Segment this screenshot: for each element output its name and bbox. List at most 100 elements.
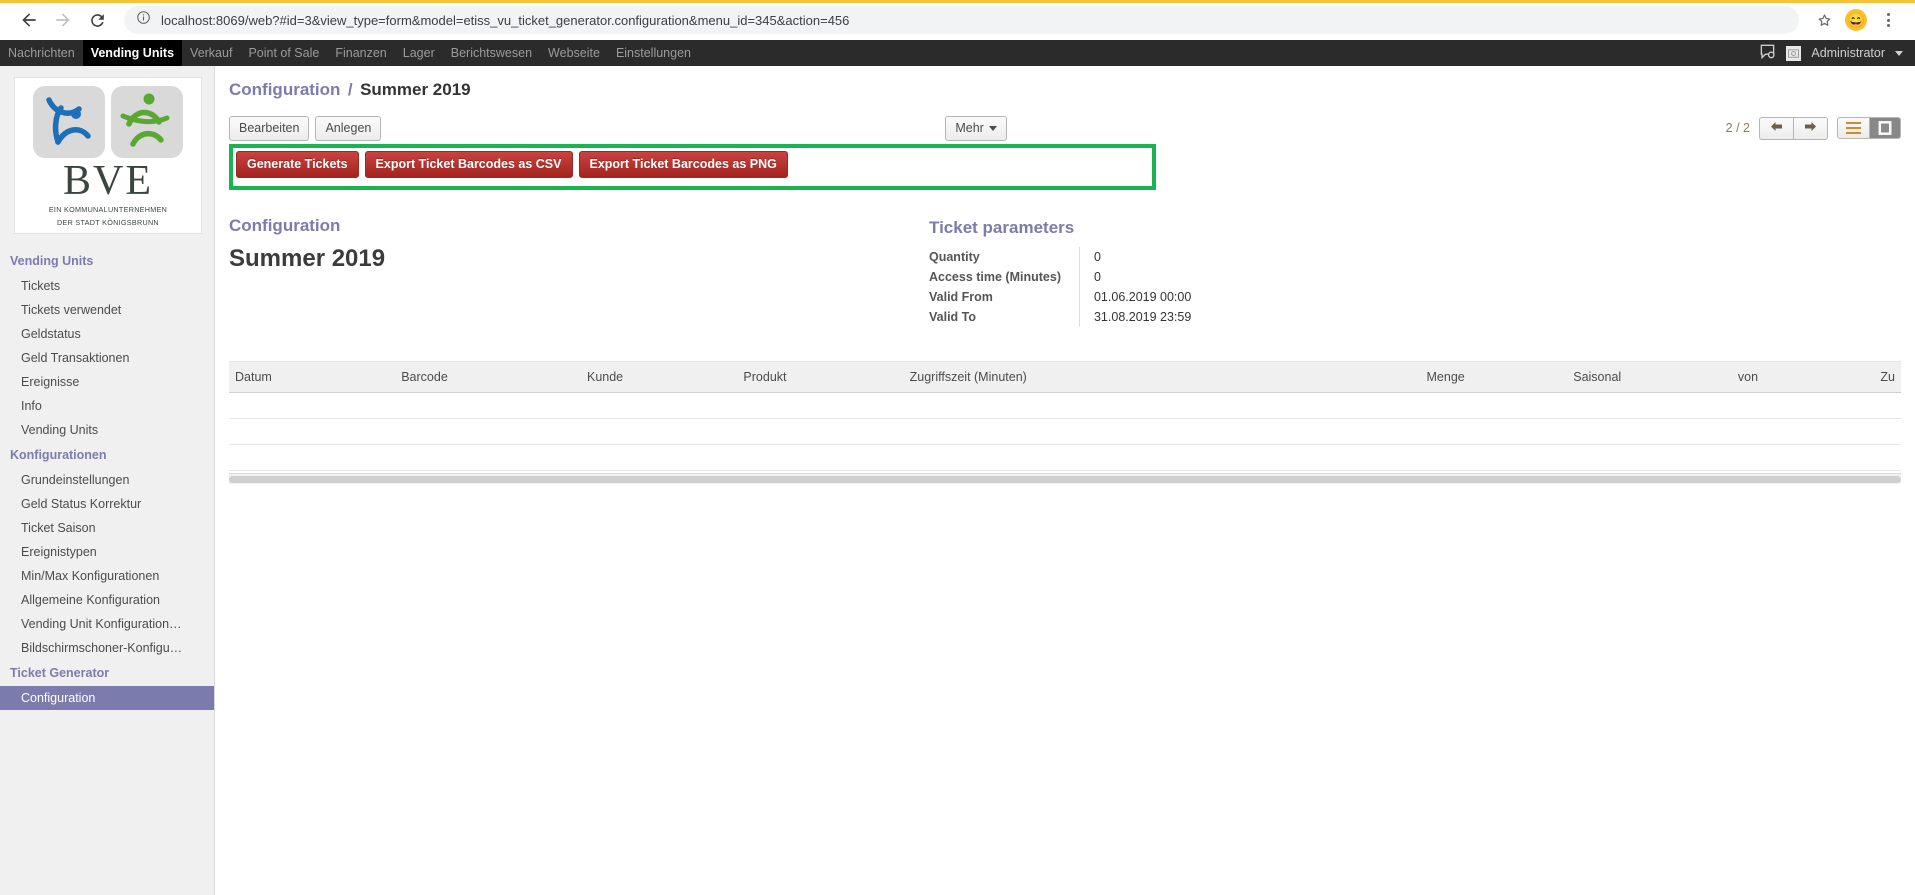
- sidebar-item[interactable]: Ereignisse: [0, 370, 214, 394]
- form-view-icon[interactable]: [1870, 117, 1901, 139]
- sidebar-item[interactable]: Min/Max Konfigurationen: [0, 564, 214, 588]
- column-header[interactable]: Saisonal: [1470, 361, 1628, 393]
- sidebar-item[interactable]: Grundeinstellungen: [0, 468, 214, 492]
- table-cell[interactable]: [737, 392, 904, 419]
- app-menu-item[interactable]: Finanzen: [327, 40, 394, 66]
- chat-bubble-icon[interactable]: [1759, 44, 1776, 62]
- sidebar-item[interactable]: Vending Unit Konfiguration…: [0, 612, 214, 636]
- list-view-icon[interactable]: [1837, 117, 1870, 139]
- app-menu-item[interactable]: Point of Sale: [240, 40, 327, 66]
- sidebar-item[interactable]: Vending Units: [0, 418, 214, 442]
- export-ticket-barcodes-csv-button[interactable]: Export Ticket Barcodes as CSV: [364, 151, 573, 178]
- back-arrow-icon[interactable]: [12, 3, 46, 37]
- forward-arrow-icon[interactable]: [46, 3, 80, 37]
- table-cell[interactable]: [580, 444, 738, 471]
- app-menu-item[interactable]: Einstellungen: [608, 40, 699, 66]
- table-cell[interactable]: [229, 392, 396, 419]
- table-cell[interactable]: [1470, 444, 1628, 471]
- pager-previous-button[interactable]: [1759, 116, 1794, 140]
- table-cell[interactable]: [580, 392, 738, 419]
- table-cell[interactable]: [1314, 392, 1471, 419]
- breadcrumb-root[interactable]: Configuration: [229, 80, 340, 99]
- sidebar-item[interactable]: Tickets verwendet: [0, 298, 214, 322]
- app-menu-item[interactable]: Webseite: [540, 40, 608, 66]
- table-cell[interactable]: [1314, 444, 1471, 471]
- url-text: localhost:8069/web?#id=3&view_type=form&…: [161, 12, 850, 28]
- chevron-down-icon[interactable]: [1895, 50, 1903, 56]
- table-cell[interactable]: [1470, 392, 1628, 419]
- table-row[interactable]: [229, 444, 1901, 471]
- sidebar-item[interactable]: Ereignistypen: [0, 540, 214, 564]
- table-cell[interactable]: [1627, 418, 1765, 445]
- form-field-row: Valid From 01.06.2019 00:00: [929, 287, 1320, 307]
- table-cell[interactable]: [1764, 418, 1901, 445]
- column-header[interactable]: Zu: [1764, 361, 1901, 393]
- app-menu-item[interactable]: Berichtswesen: [443, 40, 540, 66]
- breadcrumb-separator: /: [347, 80, 353, 99]
- table-cell[interactable]: [229, 444, 396, 471]
- scrollbar-thumb[interactable]: [229, 476, 1901, 483]
- app-menu-item[interactable]: Vending Units: [82, 40, 183, 66]
- info-circle-icon[interactable]: [136, 10, 151, 30]
- field-value: 0: [1078, 247, 1320, 267]
- app-menu-item[interactable]: Nachrichten: [0, 40, 83, 66]
- star-icon[interactable]: [1809, 5, 1839, 35]
- more-button[interactable]: Mehr: [945, 115, 1007, 141]
- table-row[interactable]: [229, 392, 1901, 419]
- table-cell[interactable]: [737, 444, 904, 471]
- table-cell[interactable]: [1627, 392, 1765, 419]
- export-ticket-barcodes-png-button[interactable]: Export Ticket Barcodes as PNG: [578, 151, 788, 178]
- sidebar-item[interactable]: Geldstatus: [0, 322, 214, 346]
- reload-icon[interactable]: [80, 3, 114, 37]
- column-header[interactable]: Zugriffszeit (Minuten): [903, 361, 1315, 393]
- field-label: Access time (Minutes): [929, 270, 1061, 284]
- table-cell[interactable]: [1627, 444, 1765, 471]
- horizontal-scrollbar[interactable]: [229, 473, 1901, 484]
- app-menu-item[interactable]: Verkauf: [182, 40, 240, 66]
- form-group-left-title: Configuration: [229, 216, 341, 235]
- sidebar-item[interactable]: Bildschirmschoner-Konfigu…: [0, 636, 214, 660]
- table-row[interactable]: [229, 418, 1901, 445]
- kebab-menu-icon[interactable]: [1873, 5, 1903, 35]
- edit-button[interactable]: Bearbeiten: [229, 115, 310, 141]
- table-cell[interactable]: [229, 418, 396, 445]
- more-button-label: Mehr: [955, 120, 984, 135]
- table-cell[interactable]: [395, 418, 581, 445]
- record-name: Summer 2019: [229, 245, 386, 272]
- create-button[interactable]: Anlegen: [315, 115, 382, 141]
- table-cell[interactable]: [1314, 418, 1471, 445]
- field-value: 0: [1078, 267, 1320, 287]
- url-bar[interactable]: localhost:8069/web?#id=3&view_type=form&…: [124, 6, 1799, 34]
- sidebar-item[interactable]: Geld Transaktionen: [0, 346, 214, 370]
- ticket-lines-header: Datum Barcode Kunde Produkt Zugriffszeit (Mi…: [229, 361, 1901, 393]
- column-header[interactable]: Datum: [229, 361, 396, 393]
- column-header[interactable]: Produkt: [737, 361, 904, 393]
- table-cell[interactable]: [903, 444, 1315, 471]
- table-cell[interactable]: [1470, 418, 1628, 445]
- table-cell[interactable]: [580, 418, 738, 445]
- avatar[interactable]: [1786, 45, 1802, 61]
- table-cell[interactable]: [395, 392, 581, 419]
- emoji-avatar-icon[interactable]: 😄: [1841, 5, 1871, 35]
- sidebar-item[interactable]: Info: [0, 394, 214, 418]
- sidebar-item[interactable]: Configuration: [0, 686, 214, 711]
- sidebar-item[interactable]: Tickets: [0, 274, 214, 298]
- table-cell[interactable]: [737, 418, 904, 445]
- table-cell[interactable]: [1764, 392, 1901, 419]
- sidebar-item[interactable]: Ticket Saison: [0, 516, 214, 540]
- pager-next-button[interactable]: [1794, 116, 1828, 140]
- table-cell[interactable]: [1764, 444, 1901, 471]
- column-header[interactable]: Menge: [1314, 361, 1471, 393]
- table-cell[interactable]: [903, 392, 1315, 419]
- table-cell[interactable]: [903, 418, 1315, 445]
- column-header[interactable]: Barcode: [395, 361, 581, 393]
- sidebar-item[interactable]: Allgemeine Konfiguration: [0, 588, 214, 612]
- breadcrumb-leaf: Summer 2019: [360, 80, 471, 99]
- app-menu-item[interactable]: Lager: [395, 40, 443, 66]
- column-header[interactable]: Kunde: [580, 361, 738, 393]
- sidebar-item[interactable]: Geld Status Korrektur: [0, 492, 214, 516]
- column-header[interactable]: von: [1627, 361, 1765, 393]
- table-cell[interactable]: [395, 444, 581, 471]
- generate-tickets-button[interactable]: Generate Tickets: [236, 151, 359, 178]
- user-name[interactable]: Administrator: [1811, 46, 1885, 60]
